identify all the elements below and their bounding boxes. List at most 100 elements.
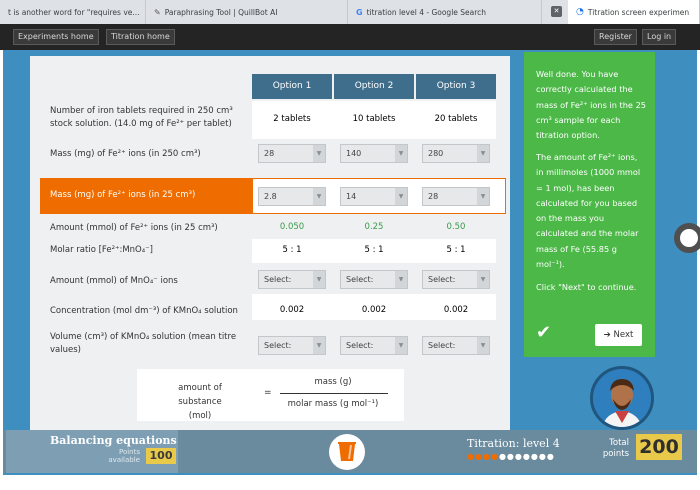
row-label-concentration: Concentration (mol dm⁻³) of KMnO₄ soluti… (50, 306, 238, 316)
volume-select-3[interactable]: Select: ▼ (422, 336, 490, 355)
volume-select-2[interactable]: Select: ▼ (340, 336, 408, 355)
feedback-text-1: Well done. You have correctly calculated… (536, 69, 646, 141)
browser-tab-bar: t is another word for "requires ve... ✎ … (0, 0, 700, 24)
chevron-down-icon: ▼ (395, 188, 407, 205)
mass-25-select-1[interactable]: 2.8 ▼ (258, 187, 326, 206)
total-points-label: Total points (602, 438, 629, 459)
experiments-home-link[interactable]: Experiments home (13, 29, 99, 45)
formula-denominator: molar mass (g mol⁻¹) (287, 399, 379, 409)
browser-tab[interactable]: t is another word for "requires ve... (0, 0, 146, 24)
progress-dot: ● (467, 452, 475, 461)
points-available-value: 100 (146, 448, 176, 464)
challenge-title: Balancing equations (50, 434, 177, 447)
mass-250-select-3[interactable]: 280 ▼ (422, 144, 490, 163)
formula-lhs-top: amount of substance (178, 383, 222, 407)
mass-25-select-3[interactable]: 28 ▼ (422, 187, 490, 206)
row-label-volume: Volume (cm³) of KMnO₄ solution (mean tit… (50, 332, 237, 355)
row-label-molar-ratio: Molar ratio [Fe²⁺:MnO₄⁻] (50, 245, 153, 255)
formula-numerator: mass (g) (314, 377, 352, 387)
amount-fe-option-2: 0.25 (364, 222, 384, 232)
row-label-mass-250: Mass (mg) of Fe²⁺ ions (in 250 cm³) (50, 149, 201, 159)
feedback-text-3: Click "Next" to continue. (536, 282, 637, 292)
column-header: Option 2 (334, 74, 414, 99)
progress-dot: ● (538, 452, 547, 461)
progress-dot: ● (474, 452, 483, 461)
row-label-amount-fe: Amount (mmol) of Fe²⁺ ions (in 25 cm³) (50, 223, 218, 233)
tablets-option-1: 2 tablets (273, 114, 311, 124)
row-label-mass-25: Mass (mg) of Fe²⁺ ions (in 25 cm³) (50, 190, 196, 200)
progress-dot: ● (530, 452, 539, 461)
spinner-icon: ◔ (576, 7, 584, 17)
chevron-down-icon: ▼ (395, 145, 407, 162)
login-link[interactable]: Log in (642, 29, 677, 45)
amount-fe-option-3: 0.50 (446, 222, 466, 232)
amount-mno4-select-2[interactable]: Select: ▼ (340, 270, 408, 289)
titration-home-link[interactable]: Titration home (106, 29, 175, 45)
browser-tab-active[interactable]: ◔ Titration screen experimen (568, 0, 700, 24)
highlighted-row: Mass (mg) of Fe²⁺ ions (in 25 cm³) 2.8 ▼ … (40, 178, 506, 214)
avatar (590, 366, 654, 430)
tab-title: Paraphrasing Tool | QuillBot AI (164, 7, 278, 17)
mass-25-select-2[interactable]: 14 ▼ (340, 187, 408, 206)
amount-fe-option-1: 0.050 (279, 222, 305, 232)
mass-250-select-1[interactable]: 28 ▼ (258, 144, 326, 163)
ratio-option-2: 5 : 1 (364, 245, 384, 255)
concentration-option-1: 0.002 (279, 305, 305, 315)
total-points-value: 200 (636, 434, 682, 460)
feedback-panel: Well done. You have correctly calculated… (524, 52, 655, 357)
experiment-stage: Option 1 Option 2 Option 3 Number of iro… (0, 50, 700, 490)
row-label-tablets: Number of iron tablets required in 250 c… (50, 106, 233, 129)
site-nav: Experiments home Titration home Register… (0, 24, 700, 50)
chevron-down-icon: ▼ (395, 271, 407, 288)
tab-title: titration level 4 - Google Search (366, 7, 487, 17)
close-tab-icon[interactable]: ✕ (551, 6, 562, 17)
status-bar: Balancing equations Points available 100… (3, 430, 697, 473)
chevron-down-icon: ▼ (477, 188, 489, 205)
progress-dot: ● (514, 452, 523, 461)
register-link[interactable]: Register (594, 29, 637, 45)
concentration-option-2: 0.002 (361, 305, 387, 315)
ratio-option-1: 5 : 1 (282, 245, 302, 255)
browser-tab[interactable]: G titration level 4 - Google Search (348, 0, 542, 24)
amount-mno4-select-1[interactable]: Select: ▼ (258, 270, 326, 289)
tablets-option-3: 20 tablets (434, 114, 478, 124)
chevron-down-icon: ▼ (313, 188, 325, 205)
arrow-right-icon: ➔ (603, 330, 611, 340)
column-header: Option 3 (416, 74, 496, 99)
mass-250-select-2[interactable]: 140 ▼ (340, 144, 408, 163)
progress-dot: ● (498, 452, 507, 461)
formula-equals: = (264, 388, 272, 398)
highlight-inputs: 2.8 ▼ 14 ▼ 28 ▼ (252, 178, 506, 214)
column-header: Option 1 (252, 74, 332, 99)
row-label-amount-mno4: Amount (mmol) of MnO₄⁻ ions (50, 276, 178, 286)
chevron-down-icon: ▼ (477, 145, 489, 162)
chevron-down-icon: ▼ (313, 271, 325, 288)
formula-box: amount of substance (mol) = mass (g) mol… (137, 369, 404, 421)
chevron-down-icon: ▼ (477, 337, 489, 354)
google-icon: G (356, 7, 363, 17)
feedback-text-2: The amount of Fe²⁺ ions, in millimoles (… (536, 152, 641, 270)
chevron-down-icon: ▼ (477, 271, 489, 288)
tab-title: t is another word for "requires ve... (8, 7, 140, 17)
tablets-option-2: 10 tablets (352, 114, 396, 124)
checkmark-icon: ✔ (536, 322, 552, 343)
fraction-bar (280, 393, 388, 394)
progress-dot: ● (490, 452, 499, 461)
ratio-option-3: 5 : 1 (446, 245, 466, 255)
chevron-down-icon: ▼ (313, 337, 325, 354)
browser-tab[interactable]: ✎ Paraphrasing Tool | QuillBot AI (146, 0, 348, 24)
progress-dot: ● (546, 452, 555, 461)
tab-title: Titration screen experimen (587, 7, 690, 17)
beaker-icon[interactable] (329, 434, 365, 470)
level-label: Titration: level 4 (467, 437, 560, 450)
formula-lhs-bottom: (mol) (188, 411, 212, 421)
progress-dot: ● (522, 452, 531, 461)
challenge-panel: Balancing equations Points available 100 (6, 430, 178, 473)
chevron-down-icon: ▼ (313, 145, 325, 162)
side-control[interactable] (674, 223, 700, 253)
volume-select-1[interactable]: Select: ▼ (258, 336, 326, 355)
progress-dot: ● (506, 452, 515, 461)
next-button[interactable]: ➔ Next (595, 324, 642, 346)
concentration-option-3: 0.002 (443, 305, 469, 315)
amount-mno4-select-3[interactable]: Select: ▼ (422, 270, 490, 289)
